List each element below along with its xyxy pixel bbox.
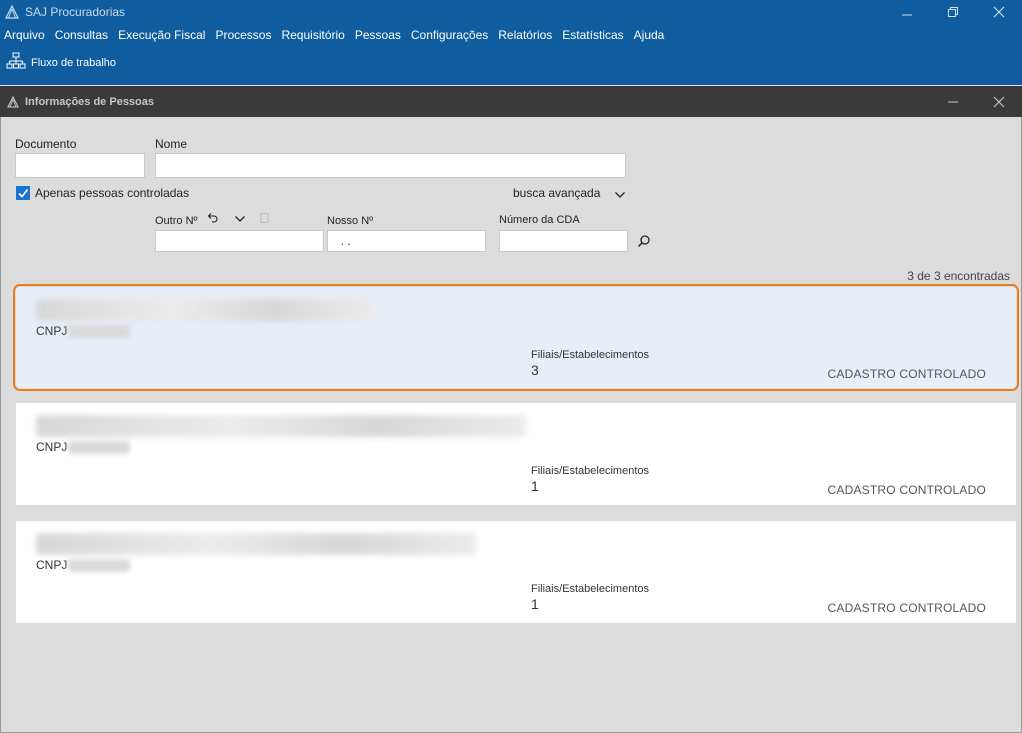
apenas-label[interactable]: Apenas pessoas controladas	[35, 186, 189, 200]
results-count: 3 de 3 encontradas	[907, 269, 1010, 283]
filiais-label: Filiais/Estabelecimentos	[531, 349, 649, 361]
menu-item-relatorios[interactable]: Relatórios	[498, 25, 552, 45]
menu-item-estatisticas[interactable]: Estatísticas	[562, 25, 623, 45]
menu-item-configuracoes[interactable]: Configurações	[411, 25, 488, 45]
close-button[interactable]	[976, 0, 1022, 24]
filiais-value: 1	[531, 596, 539, 612]
saj-logo-icon	[5, 5, 19, 19]
workflow-icon	[6, 52, 26, 73]
status-badge: CADASTRO CONTROLADO	[827, 483, 986, 497]
redacted-cnpj	[68, 559, 130, 572]
copy-icon[interactable]	[259, 212, 270, 227]
window-logo-icon	[7, 95, 19, 108]
menu-item-consultas[interactable]: Consultas	[55, 25, 108, 45]
redacted-name	[36, 533, 476, 555]
window-titlebar: Informações de Pessoas	[0, 86, 1022, 117]
menu-item-execucao-fiscal[interactable]: Execução Fiscal	[118, 25, 205, 45]
workflow-button[interactable]: Fluxo de trabalho	[6, 52, 116, 73]
chevron-down-icon[interactable]	[614, 189, 626, 203]
workflow-label: Fluxo de trabalho	[31, 56, 116, 69]
search-icon[interactable]	[637, 234, 651, 251]
minimize-button[interactable]	[884, 0, 930, 24]
filiais-label: Filiais/Estabelecimentos	[531, 465, 649, 477]
filiais-label: Filiais/Estabelecimentos	[531, 583, 649, 595]
app-titlebar: SAJ Procuradorias	[0, 0, 1022, 24]
busca-avancada-label[interactable]: busca avançada	[513, 186, 600, 200]
undo-icon[interactable]	[206, 212, 218, 227]
close-icon	[993, 96, 1005, 107]
window-title: Informações de Pessoas	[25, 95, 155, 108]
minimize-icon	[948, 101, 958, 102]
menu-item-ajuda[interactable]: Ajuda	[634, 25, 665, 45]
cda-label: Número da CDA	[499, 214, 580, 226]
cnpj-label: CNPJ	[36, 440, 68, 454]
window-minimize-button[interactable]	[930, 86, 976, 117]
cnpj-label: CNPJ	[36, 324, 68, 338]
close-icon	[993, 6, 1005, 18]
outro-input[interactable]	[155, 230, 324, 252]
result-card[interactable]: CNPJ Filiais/Estabelecimentos 3 CADASTRO…	[13, 284, 1019, 391]
menu-item-requisitorio[interactable]: Requisitório	[281, 25, 344, 45]
filiais-value: 3	[531, 362, 539, 378]
redacted-cnpj	[68, 325, 130, 338]
menu-item-pessoas[interactable]: Pessoas	[355, 25, 401, 45]
cnpj-label: CNPJ	[36, 558, 68, 572]
check-icon	[18, 189, 29, 198]
nome-input[interactable]	[155, 153, 626, 178]
window-close-button[interactable]	[976, 86, 1022, 117]
redacted-name	[36, 299, 376, 321]
cda-input[interactable]	[499, 230, 628, 252]
restore-button[interactable]	[930, 0, 976, 24]
restore-icon	[948, 7, 958, 17]
documento-input[interactable]	[15, 153, 145, 178]
nosso-input[interactable]	[327, 230, 486, 252]
filiais-value: 1	[531, 478, 539, 494]
redacted-cnpj	[68, 441, 130, 454]
window-content: Documento Nome Apenas pessoas controlada…	[0, 117, 1022, 733]
menu-item-processos[interactable]: Processos	[215, 25, 271, 45]
nosso-label: Nosso Nº	[327, 215, 374, 227]
minimize-icon	[902, 14, 912, 16]
result-card[interactable]: CNPJ Filiais/Estabelecimentos 1 CADASTRO…	[16, 521, 1016, 623]
documento-label: Documento	[15, 137, 77, 151]
status-badge: CADASTRO CONTROLADO	[827, 601, 986, 615]
app-title: SAJ Procuradorias	[25, 5, 126, 19]
outro-dropdown-icon[interactable]	[234, 213, 246, 227]
apenas-checkbox[interactable]	[16, 186, 30, 200]
redacted-name	[36, 415, 526, 437]
menu-bar: Arquivo Consultas Execução Fiscal Proces…	[0, 24, 1022, 46]
result-card[interactable]: CNPJ Filiais/Estabelecimentos 1 CADASTRO…	[16, 403, 1016, 505]
toolbar: Fluxo de trabalho	[0, 46, 1022, 85]
status-badge: CADASTRO CONTROLADO	[827, 367, 986, 381]
menu-item-arquivo[interactable]: Arquivo	[4, 25, 45, 45]
nome-label: Nome	[155, 137, 188, 151]
outro-label: Outro Nº	[155, 215, 198, 227]
